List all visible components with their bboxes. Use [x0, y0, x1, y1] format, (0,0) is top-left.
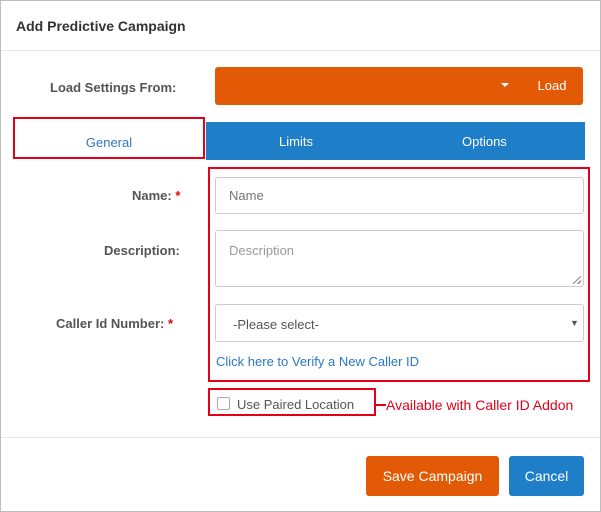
- caller-id-select[interactable]: -Please select- ▼: [215, 304, 584, 342]
- modal-header: Add Predictive Campaign: [1, 1, 600, 51]
- addon-note: Available with Caller ID Addon: [386, 397, 574, 413]
- modal-footer-divider: [1, 437, 600, 438]
- tab-limits[interactable]: Limits: [279, 134, 313, 149]
- modal-title: Add Predictive Campaign: [16, 18, 186, 34]
- add-campaign-modal: Add Predictive Campaign Load Settings Fr…: [0, 0, 601, 512]
- name-input[interactable]: [215, 177, 584, 214]
- save-campaign-button[interactable]: Save Campaign: [366, 456, 499, 496]
- name-label-text: Name:: [132, 188, 172, 203]
- verify-caller-id-link[interactable]: Click here to Verify a New Caller ID: [216, 354, 419, 369]
- caller-id-selected-value: -Please select-: [233, 317, 319, 332]
- load-settings-label: Load Settings From:: [50, 80, 177, 95]
- annotation-connector: [376, 404, 386, 406]
- tabs-bar: [206, 122, 585, 160]
- load-button[interactable]: Load: [521, 67, 583, 105]
- resize-grip-icon[interactable]: [573, 276, 581, 284]
- tab-general[interactable]: General: [13, 117, 205, 159]
- caller-id-label-text: Caller Id Number:: [56, 316, 165, 331]
- description-placeholder: Description: [229, 243, 295, 258]
- cancel-button[interactable]: Cancel: [509, 456, 584, 496]
- caller-id-label: Caller Id Number: *: [56, 316, 173, 331]
- description-label: Description:: [104, 243, 180, 258]
- paired-location-checkbox[interactable]: [217, 397, 230, 410]
- paired-location-label[interactable]: Use Paired Location: [237, 397, 354, 412]
- description-textarea[interactable]: Description: [215, 230, 584, 287]
- required-mark: *: [175, 188, 181, 203]
- tab-options[interactable]: Options: [462, 134, 507, 149]
- load-settings-dropdown[interactable]: Load: [215, 67, 583, 105]
- caret-down-icon[interactable]: [501, 83, 509, 87]
- required-mark: *: [167, 316, 174, 331]
- name-label: Name: *: [132, 188, 180, 203]
- select-caret-icon: ▼: [570, 318, 579, 328]
